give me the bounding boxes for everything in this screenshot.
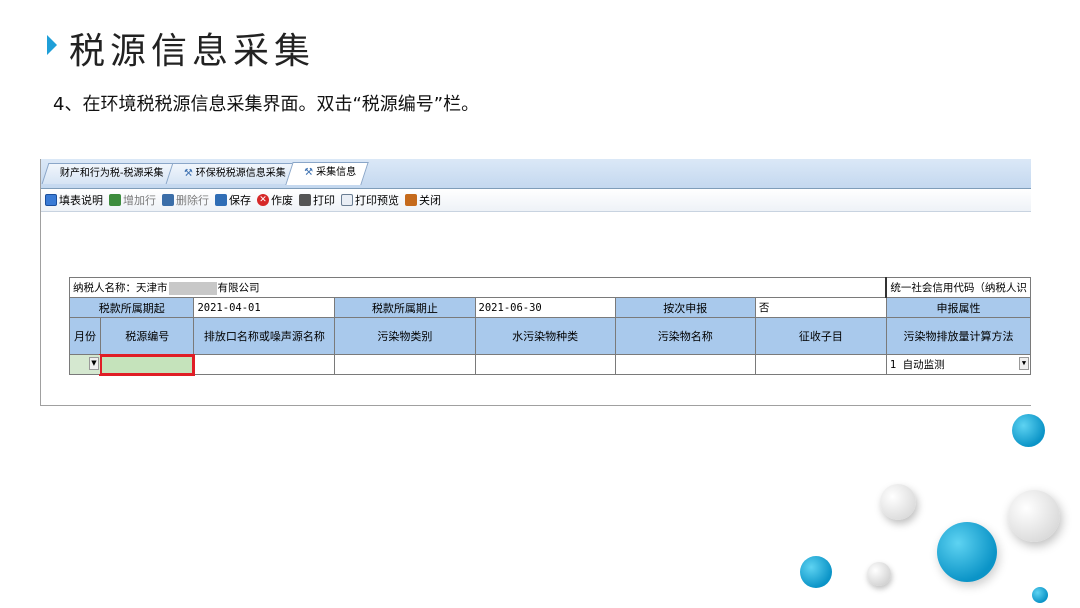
decorative-circle bbox=[1012, 414, 1045, 447]
col-levy-subitem: 征收子目 bbox=[754, 317, 887, 355]
col-pollutant-category: 污染物类别 bbox=[334, 317, 476, 355]
decorative-circle bbox=[880, 484, 916, 520]
toolbar: 填表说明 增加行 删除行 保存 ✕ 作废 打印 打印预览 关闭 bbox=[41, 189, 1031, 212]
void-button[interactable]: ✕ 作废 bbox=[257, 192, 293, 208]
period-end-value[interactable]: 2021-06-30 bbox=[474, 297, 616, 318]
tab-bar: 财产和行为税-税源采集 ⚒ 环保税税源信息采集 ⚒ 采集信息 bbox=[41, 159, 1031, 189]
decorative-circle bbox=[1008, 490, 1060, 542]
printer-icon bbox=[299, 194, 311, 206]
filing-attr-label: 申报属性 bbox=[885, 297, 1031, 318]
source-number-cell[interactable] bbox=[99, 353, 195, 376]
print-button[interactable]: 打印 bbox=[299, 192, 335, 208]
redacted-mask bbox=[168, 281, 217, 295]
app-window: 财产和行为税-税源采集 ⚒ 环保税税源信息采集 ⚒ 采集信息 填表说明 增加行 删除… bbox=[40, 159, 1031, 406]
period-start-value[interactable]: 2021-04-01 bbox=[193, 297, 336, 318]
tab-collect-info[interactable]: ⚒ 采集信息 bbox=[285, 162, 369, 185]
close-book-icon bbox=[405, 194, 417, 206]
help-sheet-icon bbox=[45, 194, 57, 206]
slide-title: 税源信息采集 bbox=[47, 22, 315, 74]
taxpayer-name-field: 纳税人名称：天津市 有限公司 bbox=[69, 277, 888, 298]
instruction-text: 4、在环境税税源信息采集界面。双击“税源编号”栏。 bbox=[53, 94, 480, 115]
fill-instructions-button[interactable]: 填表说明 bbox=[45, 192, 103, 208]
delete-row-icon bbox=[162, 194, 174, 206]
col-outlet-name: 排放口名称或噪声源名称 bbox=[193, 317, 336, 355]
decorative-circle bbox=[867, 562, 891, 586]
pollutant-name-cell[interactable] bbox=[614, 354, 756, 375]
col-emission-method: 污染物排放量计算方法 bbox=[885, 317, 1031, 355]
save-button[interactable]: 保存 bbox=[215, 192, 251, 208]
title-triangle-icon bbox=[47, 35, 57, 55]
delete-row-button[interactable]: 删除行 bbox=[162, 192, 209, 208]
tab-env-tax-source-collect[interactable]: ⚒ 环保税税源信息采集 bbox=[165, 163, 299, 184]
water-pollutant-type-cell[interactable] bbox=[474, 354, 616, 375]
tools-icon: ⚒ bbox=[183, 168, 193, 179]
tab-property-tax-source[interactable]: 财产和行为税-税源采集 bbox=[41, 163, 177, 184]
month-select[interactable]: ▼ bbox=[69, 354, 101, 375]
col-pollutant-name: 污染物名称 bbox=[614, 317, 756, 355]
decorative-circle bbox=[937, 522, 997, 582]
table-row: ▼ 1 自动监测 ▼ bbox=[69, 353, 1031, 376]
col-source-no: 税源编号 bbox=[99, 317, 195, 355]
add-row-icon bbox=[109, 194, 121, 206]
dropdown-arrow-icon[interactable]: ▼ bbox=[88, 357, 99, 370]
period-start-label: 税款所属期起 bbox=[68, 297, 195, 318]
decorative-circle bbox=[1032, 587, 1048, 603]
decorative-circle bbox=[800, 556, 832, 588]
pollutant-category-cell[interactable] bbox=[334, 354, 476, 375]
per-filing-value[interactable]: 否 bbox=[754, 297, 887, 318]
emission-method-select[interactable]: 1 自动监测 ▼ bbox=[885, 354, 1031, 375]
credit-code-label: 统一社会信用代码（纳税人识 bbox=[885, 277, 1031, 298]
void-icon: ✕ bbox=[257, 194, 269, 206]
close-button[interactable]: 关闭 bbox=[405, 192, 441, 208]
slide-title-text: 税源信息采集 bbox=[69, 31, 316, 72]
add-row-button[interactable]: 增加行 bbox=[109, 192, 156, 208]
levy-subitem-cell[interactable] bbox=[754, 354, 887, 375]
per-filing-label: 按次申报 bbox=[614, 297, 756, 318]
dropdown-arrow-icon[interactable]: ▼ bbox=[1019, 357, 1029, 370]
tax-source-table: 纳税人名称：天津市 有限公司 统一社会信用代码（纳税人识 税款所属期起 2021-… bbox=[68, 277, 1031, 376]
tools-icon: ⚒ bbox=[304, 167, 314, 178]
col-water-pollutant-type: 水污染物种类 bbox=[474, 317, 616, 355]
save-icon bbox=[215, 194, 227, 206]
period-end-label: 税款所属期止 bbox=[334, 297, 476, 318]
outlet-name-cell[interactable] bbox=[193, 354, 336, 375]
print-preview-icon bbox=[341, 194, 353, 206]
col-month: 月份 bbox=[69, 317, 101, 355]
print-preview-button[interactable]: 打印预览 bbox=[341, 192, 399, 208]
form-area: 纳税人名称：天津市 有限公司 统一社会信用代码（纳税人识 税款所属期起 2021-… bbox=[41, 212, 1031, 405]
